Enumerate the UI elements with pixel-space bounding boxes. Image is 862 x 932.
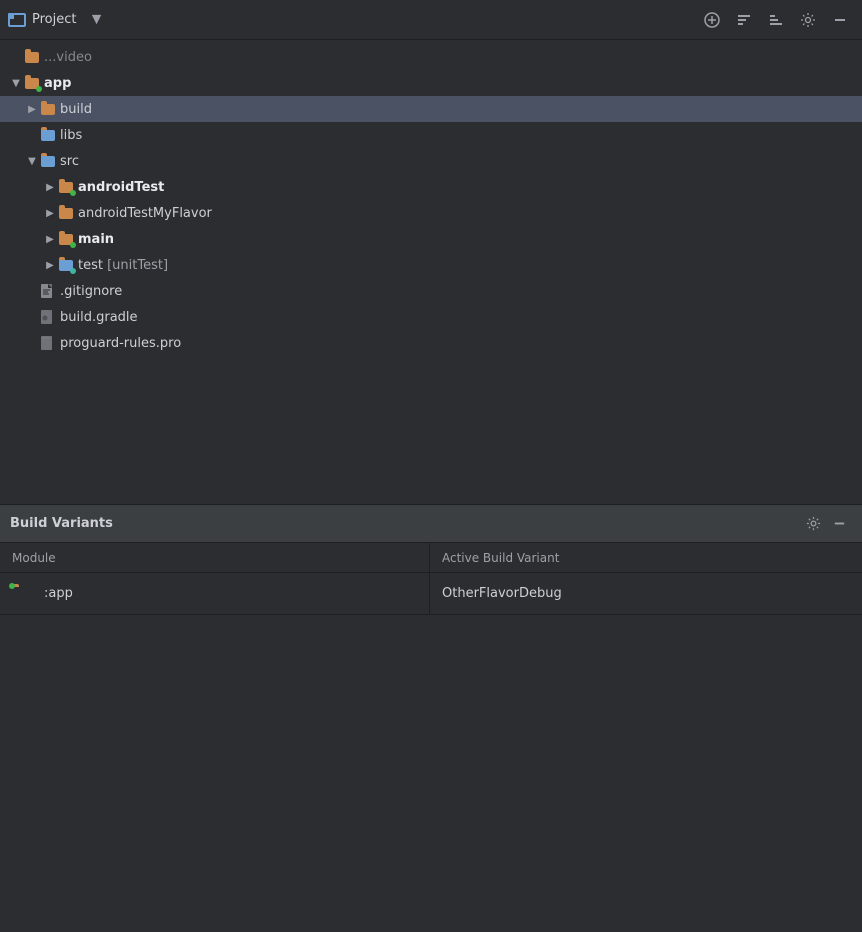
tree-item-video[interactable]: ...video [0,44,862,70]
gitignore-file-icon [40,283,56,299]
col-header-variant: Active Build Variant [430,543,862,572]
project-title-area: Project ▼ [8,6,694,34]
module-folder-icon [12,587,30,601]
tree-item-buildgradle[interactable]: build.gradle [0,304,862,330]
minimize-button[interactable] [826,6,854,34]
tree-item-main[interactable]: main [0,226,862,252]
project-dropdown-button[interactable]: ▼ [82,6,110,34]
project-panel: Project ▼ [0,0,862,505]
tree-item-proguard[interactable]: proguard-rules.pro [0,330,862,356]
cell-variant-app[interactable]: OtherFlavorDebug [430,573,862,614]
tree-item-androidtestmyflavor[interactable]: androidTestMyFlavor [0,200,862,226]
tree-label-androidtest: androidTest [78,180,164,195]
tree-label-proguard: proguard-rules.pro [60,336,181,351]
build-variants-title: Build Variants [10,516,800,531]
variant-value-label: OtherFlavorDebug [442,586,562,601]
tree-label-androidtestmyflavor: androidTestMyFlavor [78,206,212,221]
col-header-module: Module [0,543,430,572]
tree-label-gitignore: .gitignore [60,284,122,299]
tree-item-app[interactable]: app [0,70,862,96]
folder-icon-androidtestmyflavor [58,205,74,221]
chevron-app [8,75,24,91]
settings-button[interactable] [794,6,822,34]
tree-item-build[interactable]: build [0,96,862,122]
tree-item-gitignore[interactable]: .gitignore [0,278,862,304]
build-variants-minimize-button[interactable] [826,511,852,537]
chevron-androidtestmyflavor [42,205,58,221]
tree-label-main: main [78,232,114,247]
chevron-test [42,257,58,273]
tree-label-buildgradle: build.gradle [60,310,138,325]
folder-icon-src [40,153,56,169]
project-title-label: Project [32,12,76,27]
dot-test [70,268,76,274]
proguard-file-icon [40,335,56,351]
project-window-icon [8,13,26,27]
project-tree: ...video app build [0,40,862,504]
chevron-main [42,231,58,247]
tree-item-androidtest[interactable]: androidTest [0,174,862,200]
tree-label-app: app [44,76,71,91]
dot-app [36,86,42,92]
module-name-label: :app [44,586,73,601]
tree-label-video: ...video [44,50,92,65]
tree-label-src: src [60,154,79,169]
add-element-button[interactable] [698,6,726,34]
chevron-androidtest [42,179,58,195]
gradle-file-icon [40,309,56,325]
folder-icon-main [58,231,74,247]
chevron-build [24,101,40,117]
dot-main [70,242,76,248]
tree-item-src[interactable]: src [0,148,862,174]
folder-icon-libs [40,127,56,143]
collapse-all-button[interactable] [730,6,758,34]
tree-label-test: test [unitTest] [78,258,168,273]
dot-androidtest [70,190,76,196]
expand-all-button[interactable] [762,6,790,34]
cell-module-app: :app [0,573,430,614]
tree-item-libs[interactable]: libs [0,122,862,148]
build-variants-header: Build Variants [0,505,862,543]
variants-table-row[interactable]: :app OtherFlavorDebug [0,573,862,615]
project-toolbar: Project ▼ [0,0,862,40]
empty-variants-area [0,615,862,932]
folder-icon-build [40,101,56,117]
folder-icon-androidtest [58,179,74,195]
folder-icon-video [24,49,40,65]
build-variants-panel: Build Variants Module Active Build Varia… [0,505,862,932]
tree-label-build: build [60,102,92,117]
tree-label-libs: libs [60,128,82,143]
folder-icon-test [58,257,74,273]
build-variants-settings-button[interactable] [800,511,826,537]
tree-item-test[interactable]: test [unitTest] [0,252,862,278]
variants-table-header: Module Active Build Variant [0,543,862,573]
chevron-src [24,153,40,169]
folder-icon-app [24,75,40,91]
